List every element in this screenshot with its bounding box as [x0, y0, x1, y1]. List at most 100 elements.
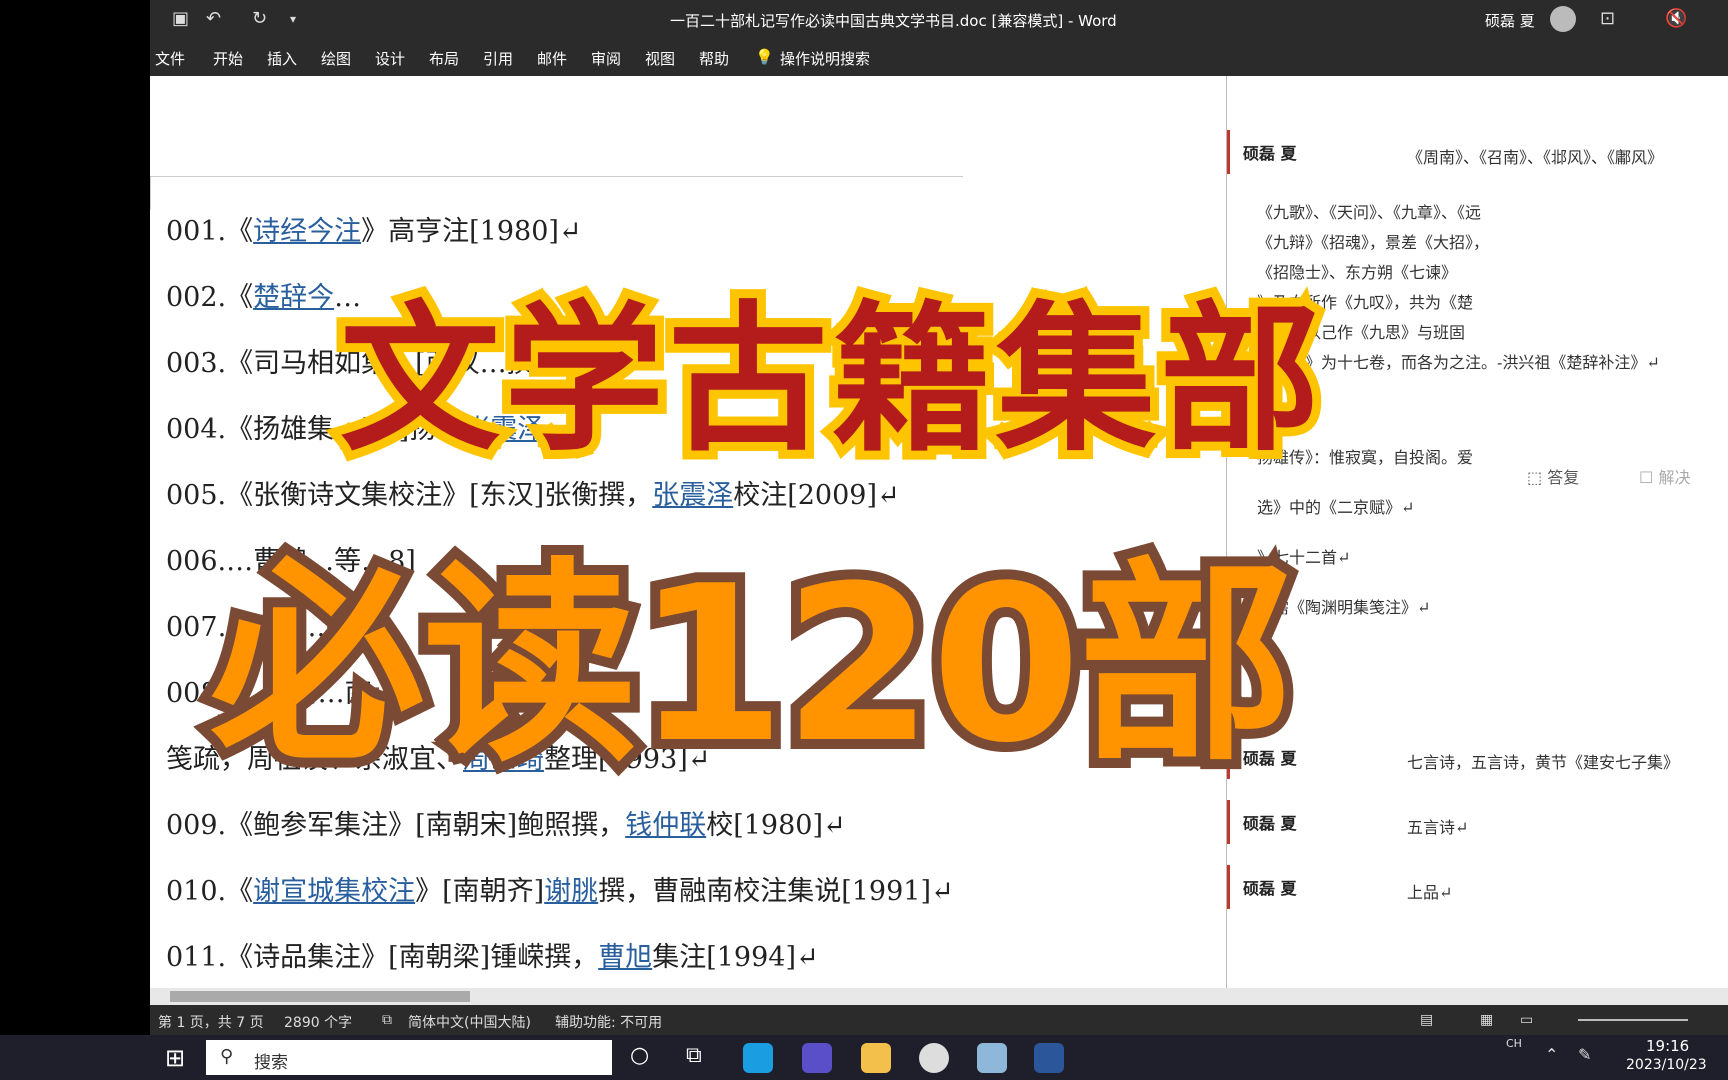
windows-start-icon[interactable]: ⊞ [165, 1044, 185, 1072]
hyperlink[interactable]: 谢宣城集校注 [253, 876, 415, 907]
accessibility-status[interactable]: 辅助功能: 不可用 [555, 1012, 662, 1032]
status-bar: 第 1 页，共 7 页 2890 个字 ⧉ 简体中文(中国大陆) 辅助功能: 不… [150, 1005, 1728, 1035]
clock-date[interactable]: 2023/10/23 [1626, 1057, 1707, 1073]
hyperlink[interactable]: 曹旭 [598, 942, 652, 973]
document-line[interactable]: 002.《楚辞今… [166, 275, 361, 314]
comment-item[interactable]: 硕磊 夏七言诗，五言诗，黄节《建安七子集》 [1227, 735, 1728, 779]
tell-me-search[interactable]: 操作说明搜索 [780, 48, 870, 69]
resolve-button[interactable]: ☐ 解决 [1639, 464, 1690, 488]
line-text: 高亨注[1980]↵ [388, 216, 582, 247]
language[interactable]: 简体中文(中国大陆) [408, 1012, 531, 1032]
comment-text: 上品↵ [1407, 883, 1453, 902]
app-icon[interactable] [802, 1043, 832, 1073]
reply-button[interactable]: ⬚ 答复 [1527, 464, 1579, 488]
page-margin-guide [150, 176, 963, 209]
comment-text: 《周南》、《召南》、《邶风》、《鄘风》 [1407, 148, 1664, 167]
line-text: [南朝宋]鲍照撰， [415, 810, 626, 841]
task-view-icon[interactable]: ⧉ [686, 1043, 702, 1068]
line-text: 《 [226, 282, 254, 313]
tab-insert[interactable]: 插入 [267, 48, 297, 69]
line-text: 》[南朝齐] [415, 876, 545, 907]
hyperlink[interactable]: 楚辞今 [253, 282, 334, 313]
line-text: [南朝梁]锺嵘撰， [388, 942, 599, 973]
undo-icon[interactable]: ↶ [206, 8, 221, 30]
document-line[interactable]: 010.《谢宣城集校注》[南朝齐]谢朓撰，曹融南校注集说[1991]↵ [166, 869, 954, 908]
ribbon-menu: 文件 开始 插入 绘图 设计 布局 引用 邮件 审阅 视图 帮助 💡 操作说明搜… [150, 38, 1728, 76]
line-text: 集注[1994]↵ [652, 942, 819, 973]
horizontal-scrollbar[interactable] [150, 988, 1728, 1005]
page-count[interactable]: 第 1 页，共 7 页 [158, 1012, 264, 1032]
window-title: 一百二十部札记写作必读中国古典文学书目.doc [兼容模式] - Word [670, 12, 1117, 30]
line-number: 003. [166, 348, 227, 379]
read-mode-icon[interactable]: ▤ [1420, 1012, 1433, 1028]
tab-references[interactable]: 引用 [483, 48, 513, 69]
scrollbar-thumb[interactable] [170, 991, 470, 1002]
overlay-subheadline: 必读120部 [200, 529, 1304, 800]
hyperlink[interactable]: 诗经今注 [253, 216, 361, 247]
line-text: 《鲍参军集注》 [226, 810, 416, 841]
edge-icon[interactable] [743, 1043, 773, 1073]
line-text: 校[1980]↵ [706, 810, 846, 841]
comment-item[interactable]: 硕磊 夏 《周南》、《召南》、《邶风》、《鄘风》 [1227, 130, 1728, 174]
line-text: 《 [226, 876, 254, 907]
word-icon[interactable] [1034, 1043, 1064, 1073]
hyperlink[interactable]: 谢朓 [544, 876, 598, 907]
line-text: 扬雄 [253, 414, 308, 445]
tab-help[interactable]: 帮助 [699, 48, 729, 69]
file-explorer-icon[interactable] [861, 1043, 891, 1073]
comments-pane: 硕磊 夏 《周南》、《召南》、《邶风》、《鄘风》 《九歌》、《天问》、《九章》、《远… [1226, 76, 1728, 988]
tab-design[interactable]: 设计 [375, 48, 405, 69]
line-text: 撰，曹融南校注集说[1991]↵ [598, 876, 954, 907]
comment-text: 《九歌》、《天问》、《九章》、《远 [1257, 203, 1482, 222]
taskbar-search-box[interactable]: ⚲ 搜索 [206, 1040, 612, 1075]
overlay-headline: 文学古籍集部 [331, 277, 1329, 482]
proofing-icon[interactable]: ⧉ [382, 1012, 392, 1028]
comment-text: 七言诗，五言诗，黄节《建安七子集》 [1407, 753, 1680, 772]
hyperlink[interactable]: 钱仲联 [625, 810, 706, 841]
tab-mailings[interactable]: 邮件 [537, 48, 567, 69]
line-text: 《诗品集注》 [226, 942, 389, 973]
ribbon-display-icon[interactable]: ⊡ [1600, 8, 1615, 30]
reply-label: 答复 [1547, 468, 1580, 487]
web-layout-icon[interactable]: ▭ [1520, 1012, 1533, 1028]
word-count[interactable]: 2890 个字 [284, 1012, 352, 1032]
desktop-left-edge [0, 0, 150, 1035]
print-layout-icon[interactable]: ▦ [1480, 1012, 1493, 1028]
comment-item[interactable]: 《九歌》、《天问》、《九章》、《远 [1227, 195, 1728, 225]
document-line[interactable]: 009.《鲍参军集注》[南朝宋]鲍照撰，钱仲联校[1980]↵ [166, 803, 846, 842]
document-line[interactable]: 001.《诗经今注》高亨注[1980]↵ [166, 209, 582, 248]
comment-marker [1227, 800, 1230, 844]
customize-qat-icon[interactable]: ▾ [290, 8, 296, 30]
user-name[interactable]: 硕磊 夏 [1485, 10, 1535, 31]
cortana-icon[interactable]: ○ [630, 1043, 649, 1068]
tray-chevron-icon[interactable]: ⌃ [1545, 1045, 1558, 1064]
input-language[interactable]: CH [1506, 1037, 1522, 1050]
line-text: 《 [226, 216, 254, 247]
zoom-slider[interactable] [1578, 1019, 1688, 1021]
tab-view[interactable]: 视图 [645, 48, 675, 69]
clock-time[interactable]: 19:16 [1646, 1037, 1689, 1055]
pen-icon[interactable]: ✎ [1578, 1045, 1591, 1064]
avatar[interactable] [1550, 6, 1576, 32]
lightbulb-icon: 💡 [755, 48, 774, 66]
browser-icon[interactable] [919, 1043, 949, 1073]
save-icon[interactable]: ▣ [172, 8, 189, 30]
line-number: 002. [166, 282, 227, 313]
tab-home[interactable]: 开始 [213, 48, 243, 69]
comment-item[interactable]: 行需《陶渊明集笺注》↵ [1227, 590, 1728, 620]
comment-item[interactable]: 硕磊 夏 五言诗↵ [1227, 800, 1728, 844]
tab-review[interactable]: 审阅 [591, 48, 621, 69]
comment-item[interactable]: 硕磊 夏 上品↵ [1227, 865, 1728, 909]
comment-author: 硕磊 夏 [1243, 814, 1297, 833]
search-icon: ⚲ [220, 1046, 234, 1067]
comment-item[interactable]: 选》中的《二京赋》↵ [1227, 490, 1728, 520]
comment-item[interactable]: 》七十二首↵ [1227, 540, 1728, 570]
redo-icon[interactable]: ↻ [252, 8, 267, 30]
line-number: 001. [166, 216, 227, 247]
line-text: 》 [361, 216, 389, 247]
tab-file[interactable]: 文件 [155, 48, 185, 69]
tab-layout[interactable]: 布局 [429, 48, 459, 69]
document-line[interactable]: 011.《诗品集注》[南朝梁]锺嵘撰，曹旭集注[1994]↵ [166, 935, 819, 974]
app-icon-2[interactable] [977, 1043, 1007, 1073]
tab-draw[interactable]: 绘图 [321, 48, 351, 69]
